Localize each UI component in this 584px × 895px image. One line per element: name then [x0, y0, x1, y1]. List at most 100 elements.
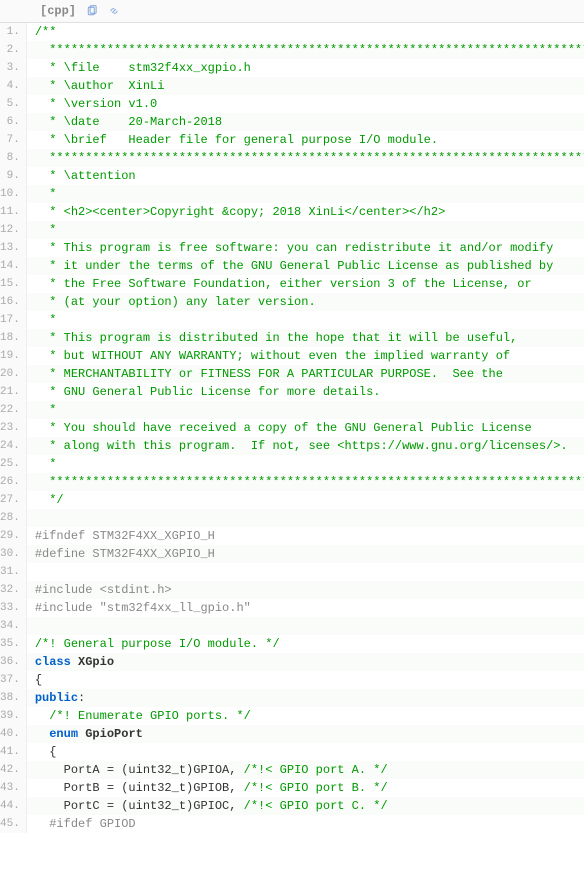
- code-fragment: {: [35, 745, 57, 759]
- code-cell[interactable]: [27, 617, 584, 635]
- code-row: 22. *: [0, 401, 584, 419]
- code-cell[interactable]: *: [27, 311, 584, 329]
- code-fragment: /*! Enumerate GPIO ports. */: [49, 709, 251, 723]
- code-fragment: class: [35, 655, 71, 669]
- code-row: 3. * \file stm32f4xx_xgpio.h: [0, 59, 584, 77]
- code-fragment: enum: [49, 727, 78, 741]
- code-row: 11. * <h2><center>Copyright &copy; 2018 …: [0, 203, 584, 221]
- code-row: 35./*! General purpose I/O module. */: [0, 635, 584, 653]
- line-number: 42.: [0, 761, 26, 779]
- code-fragment: [71, 655, 78, 669]
- code-fragment: [35, 727, 49, 741]
- code-cell[interactable]: * \file stm32f4xx_xgpio.h: [27, 59, 584, 77]
- code-fragment: * \date 20-March-2018: [35, 115, 222, 129]
- code-fragment: *: [35, 403, 57, 417]
- code-cell[interactable]: #define STM32F4XX_XGPIO_H: [27, 545, 584, 563]
- line-number: 22.: [0, 401, 26, 419]
- code-cell[interactable]: #ifndef STM32F4XX_XGPIO_H: [27, 527, 584, 545]
- code-row: 43. PortB = (uint32_t)GPIOB, /*!< GPIO p…: [0, 779, 584, 797]
- code-row: 32.#include <stdint.h>: [0, 581, 584, 599]
- code-cell[interactable]: * but WITHOUT ANY WARRANTY; without even…: [27, 347, 584, 365]
- code-cell[interactable]: enum GpioPort: [27, 725, 584, 743]
- code-cell[interactable]: {: [27, 743, 584, 761]
- code-fragment: * along with this program. If not, see <…: [35, 439, 568, 453]
- code-row: 16. * (at your option) any later version…: [0, 293, 584, 311]
- code-cell[interactable]: * \date 20-March-2018: [27, 113, 584, 131]
- line-number: 11.: [0, 203, 26, 221]
- line-number: 21.: [0, 383, 26, 401]
- code-fragment: * You should have received a copy of the…: [35, 421, 532, 435]
- code-cell[interactable]: *: [27, 455, 584, 473]
- code-row: 14. * it under the terms of the GNU Gene…: [0, 257, 584, 275]
- code-cell[interactable]: PortA = (uint32_t)GPIOA, /*!< GPIO port …: [27, 761, 584, 779]
- code-row: 21. * GNU General Public License for mor…: [0, 383, 584, 401]
- code-cell[interactable]: * \attention: [27, 167, 584, 185]
- line-number: 15.: [0, 275, 26, 293]
- code-row: 44. PortC = (uint32_t)GPIOC, /*!< GPIO p…: [0, 797, 584, 815]
- code-row: 34.: [0, 617, 584, 635]
- code-cell[interactable]: * it under the terms of the GNU General …: [27, 257, 584, 275]
- code-fragment: {: [35, 673, 42, 687]
- code-cell[interactable]: PortB = (uint32_t)GPIOB, /*!< GPIO port …: [27, 779, 584, 797]
- code-cell[interactable]: * This program is distributed in the hop…: [27, 329, 584, 347]
- code-row: 9. * \attention: [0, 167, 584, 185]
- code-row: 24. * along with this program. If not, s…: [0, 437, 584, 455]
- code-cell[interactable]: #include "stm32f4xx_ll_gpio.h": [27, 599, 584, 617]
- code-fragment: */: [35, 493, 64, 507]
- line-number: 32.: [0, 581, 26, 599]
- code-cell[interactable]: * \version v1.0: [27, 95, 584, 113]
- code-cell[interactable]: #ifdef GPIOD: [27, 815, 584, 833]
- code-fragment: * This program is distributed in the hop…: [35, 331, 517, 345]
- code-row: 6. * \date 20-March-2018: [0, 113, 584, 131]
- line-number: 23.: [0, 419, 26, 437]
- line-number: 40.: [0, 725, 26, 743]
- code-row: 15. * the Free Software Foundation, eith…: [0, 275, 584, 293]
- code-fragment: #include "stm32f4xx_ll_gpio.h": [35, 601, 251, 615]
- code-cell[interactable]: class XGpio: [27, 653, 584, 671]
- code-row: 2. *************************************…: [0, 41, 584, 59]
- code-cell[interactable]: * You should have received a copy of the…: [27, 419, 584, 437]
- code-row: 19. * but WITHOUT ANY WARRANTY; without …: [0, 347, 584, 365]
- code-row: 10. *: [0, 185, 584, 203]
- code-row: 29.#ifndef STM32F4XX_XGPIO_H: [0, 527, 584, 545]
- line-number: 43.: [0, 779, 26, 797]
- code-cell[interactable]: /*! General purpose I/O module. */: [27, 635, 584, 653]
- code-cell[interactable]: {: [27, 671, 584, 689]
- code-listing: 1./**2. ********************************…: [0, 23, 584, 833]
- code-cell[interactable]: #include <stdint.h>: [27, 581, 584, 599]
- line-number: 26.: [0, 473, 26, 491]
- code-fragment: #ifndef STM32F4XX_XGPIO_H: [35, 529, 215, 543]
- line-number: 14.: [0, 257, 26, 275]
- code-cell[interactable]: * <h2><center>Copyright &copy; 2018 XinL…: [27, 203, 584, 221]
- code-cell[interactable]: [27, 509, 584, 527]
- copy-icon[interactable]: [86, 5, 98, 17]
- code-cell[interactable]: * This program is free software: you can…: [27, 239, 584, 257]
- code-cell[interactable]: * \author XinLi: [27, 77, 584, 95]
- code-fragment: * but WITHOUT ANY WARRANTY; without even…: [35, 349, 510, 363]
- code-cell[interactable]: * (at your option) any later version.: [27, 293, 584, 311]
- code-cell[interactable]: *: [27, 221, 584, 239]
- code-cell[interactable]: [27, 563, 584, 581]
- line-number: 28.: [0, 509, 26, 527]
- code-cell[interactable]: ****************************************…: [27, 41, 584, 59]
- code-cell[interactable]: * \brief Header file for general purpose…: [27, 131, 584, 149]
- line-number: 24.: [0, 437, 26, 455]
- code-cell[interactable]: * the Free Software Foundation, either v…: [27, 275, 584, 293]
- line-number: 27.: [0, 491, 26, 509]
- code-cell[interactable]: */: [27, 491, 584, 509]
- code-cell[interactable]: *: [27, 185, 584, 203]
- code-cell[interactable]: * along with this program. If not, see <…: [27, 437, 584, 455]
- code-cell[interactable]: * MERCHANTABILITY or FITNESS FOR A PARTI…: [27, 365, 584, 383]
- code-cell[interactable]: /**: [27, 23, 584, 41]
- link-icon[interactable]: [108, 5, 120, 17]
- code-cell[interactable]: * GNU General Public License for more de…: [27, 383, 584, 401]
- code-cell[interactable]: ****************************************…: [27, 149, 584, 167]
- code-cell[interactable]: /*! Enumerate GPIO ports. */: [27, 707, 584, 725]
- code-cell[interactable]: public:: [27, 689, 584, 707]
- code-fragment: public: [35, 691, 78, 705]
- line-number: 7.: [0, 131, 26, 149]
- code-cell[interactable]: PortC = (uint32_t)GPIOC, /*!< GPIO port …: [27, 797, 584, 815]
- code-cell[interactable]: ****************************************…: [27, 473, 584, 491]
- code-cell[interactable]: *: [27, 401, 584, 419]
- code-row: 45. #ifdef GPIOD: [0, 815, 584, 833]
